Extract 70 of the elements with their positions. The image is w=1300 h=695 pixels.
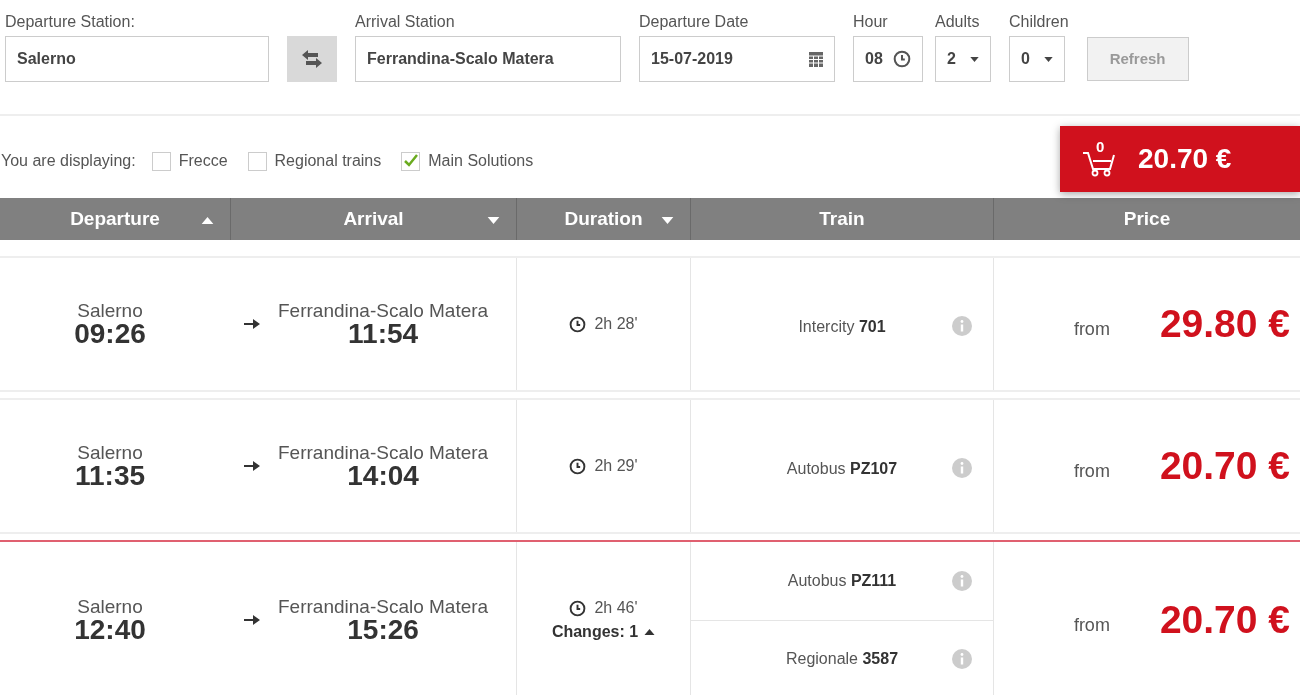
arrival-time: 11:54	[348, 319, 419, 348]
price-prefix: from	[1073, 317, 1110, 341]
train-name: Autobus PZ111	[787, 570, 897, 591]
check-icon	[402, 153, 419, 169]
result-row[interactable]: Salerno 12:40 Ferrandina-Scalo Matera 15:26 2h 46' Changes: 1 Autobus PZ111 Regionale 3587 from 20.70 €	[0, 540, 1300, 695]
train-name: Intercity 701	[798, 317, 886, 337]
clock-icon	[569, 315, 587, 333]
station-name: Ferrandina-Scalo Matera	[278, 442, 489, 462]
changes-toggle[interactable]: Changes: 1	[551, 620, 656, 644]
station-name: Ferrandina-Scalo Matera	[278, 300, 489, 320]
caret-up-icon	[644, 629, 656, 635]
field-label: Departure Date	[639, 14, 750, 30]
field-label: Hour	[853, 14, 889, 30]
departure-station-field[interactable]: Salerno	[5, 36, 269, 82]
right-arrow-icon	[244, 318, 260, 330]
field-label: Departure Station:	[5, 14, 136, 30]
hour-field[interactable]: 08	[853, 36, 923, 82]
field-label: Arrival Station	[355, 14, 456, 30]
departure-time: 09:26	[74, 319, 146, 348]
filter-label: You are displaying:	[1, 151, 136, 171]
caret-down-icon	[970, 56, 979, 62]
cart-total: 20.70 €	[1138, 142, 1232, 176]
cart-count: 0	[1096, 139, 1105, 154]
filter-checkbox[interactable]: Frecce	[151, 149, 228, 173]
field-label: Adults	[935, 14, 981, 30]
swap-arrows-icon	[300, 49, 324, 69]
station-name: Ferrandina-Scalo Matera	[278, 596, 489, 616]
arrival-station-field[interactable]: Ferrandina-Scalo Matera	[355, 36, 621, 82]
column-header: Price	[993, 198, 1300, 240]
calendar-icon	[809, 51, 823, 67]
station-name: Salerno	[77, 596, 143, 616]
result-row[interactable]: Salerno 09:26 Ferrandina-Scalo Matera 11:54 2h 28' Intercity 701 from 29.80 €	[0, 256, 1300, 392]
date-field[interactable]: 15-07-2019	[639, 36, 835, 82]
price: 29.80 €	[1159, 300, 1290, 347]
column-header: Train	[690, 198, 993, 240]
train-name: Autobus PZ107	[786, 459, 898, 479]
adults-dropdown[interactable]: 2	[935, 36, 991, 82]
price: 20.70 €	[1159, 442, 1290, 489]
station-name: Salerno	[77, 300, 143, 320]
arrival-time: 14:04	[347, 461, 419, 490]
departure-time: 12:40	[74, 615, 146, 644]
info-icon[interactable]	[952, 316, 972, 336]
children-dropdown[interactable]: 0	[1009, 36, 1065, 82]
duration-text: 2h 28'	[594, 314, 638, 334]
clock-icon	[569, 599, 587, 617]
info-icon[interactable]	[952, 649, 972, 670]
filter-checkbox[interactable]: Main Solutions	[401, 149, 534, 173]
price-prefix: from	[1073, 459, 1110, 483]
swap-button[interactable]	[287, 36, 337, 82]
caret-down-icon	[1044, 56, 1053, 62]
column-header[interactable]: Duration	[516, 198, 690, 240]
clock-icon	[569, 457, 587, 475]
column-header[interactable]: Arrival	[230, 198, 516, 240]
right-arrow-icon	[244, 460, 260, 472]
duration-text: 2h 46'	[594, 598, 638, 618]
departure-time: 11:35	[74, 461, 146, 490]
clock-icon	[893, 50, 911, 68]
info-icon[interactable]	[952, 458, 972, 478]
train-name: Regionale 3587	[785, 649, 899, 670]
right-arrow-icon	[244, 614, 260, 626]
field-label: Children	[1009, 14, 1069, 30]
result-row[interactable]: Salerno 11:35 Ferrandina-Scalo Matera 14:04 2h 29' Autobus PZ107 from 20.70 €	[0, 398, 1300, 534]
price: 20.70 €	[1159, 596, 1290, 643]
price-prefix: from	[1073, 613, 1110, 637]
info-icon[interactable]	[952, 570, 972, 591]
arrival-time: 15:26	[347, 615, 419, 644]
filter-checkbox[interactable]: Regional trains	[247, 149, 382, 173]
column-header[interactable]: Departure	[0, 198, 230, 240]
duration-text: 2h 29'	[594, 456, 638, 476]
station-name: Salerno	[77, 442, 143, 462]
